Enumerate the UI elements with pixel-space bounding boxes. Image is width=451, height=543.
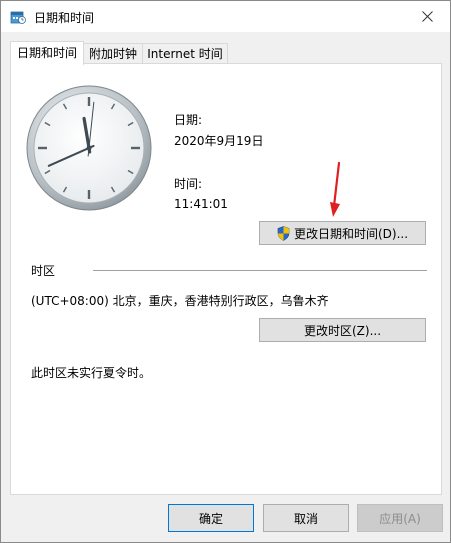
tab-additional-clocks[interactable]: 附加时钟	[82, 43, 144, 64]
date-time-dialog: 日期和时间 日期和时间 附加时钟 Internet 时间 日期: 2020年9月…	[0, 0, 451, 543]
tab-label: 附加时钟	[88, 47, 137, 61]
time-label: 时间:	[174, 177, 203, 191]
close-button[interactable]	[404, 1, 450, 32]
timezone-separator	[93, 270, 427, 271]
tab-internet-time[interactable]: Internet 时间	[142, 43, 228, 64]
date-time-app-icon	[10, 11, 26, 24]
cancel-button[interactable]: 取消	[263, 504, 349, 532]
dst-note: 此时区未实行夏令时。	[31, 366, 152, 380]
button-label: 取消	[293, 511, 318, 526]
title-bar: 日期和时间	[1, 1, 450, 32]
tab-panel-date-time: 日期: 2020年9月19日 时间: 11:41:01 更改日期和时间(D)..…	[10, 63, 442, 495]
change-date-time-button[interactable]: 更改日期和时间(D)...	[259, 221, 426, 245]
tab-date-time[interactable]: 日期和时间	[10, 41, 84, 65]
button-label: 应用(A)	[379, 511, 421, 526]
date-value: 2020年9月19日	[174, 134, 264, 148]
time-value: 11:41:01	[174, 197, 228, 211]
window-title: 日期和时间	[34, 11, 95, 25]
apply-button[interactable]: 应用(A)	[357, 504, 443, 532]
date-label: 日期:	[174, 113, 203, 127]
ok-button[interactable]: 确定	[168, 504, 254, 532]
tab-label: Internet 时间	[147, 47, 223, 61]
annotation-arrow	[330, 162, 341, 217]
clock-center-pin	[86, 145, 92, 151]
button-label: 更改时区(Z)...	[303, 323, 382, 338]
timezone-value: (UTC+08:00) 北京，重庆，香港特别行政区，乌鲁木齐	[31, 294, 329, 308]
analog-clock	[26, 85, 152, 211]
timezone-heading: 时区	[31, 264, 56, 278]
uac-shield-icon	[277, 225, 290, 241]
close-icon	[421, 11, 433, 22]
button-label: 更改日期和时间(D)...	[293, 226, 409, 241]
button-label: 确定	[198, 511, 223, 526]
tab-label: 日期和时间	[16, 46, 77, 60]
change-timezone-button[interactable]: 更改时区(Z)...	[259, 318, 426, 342]
